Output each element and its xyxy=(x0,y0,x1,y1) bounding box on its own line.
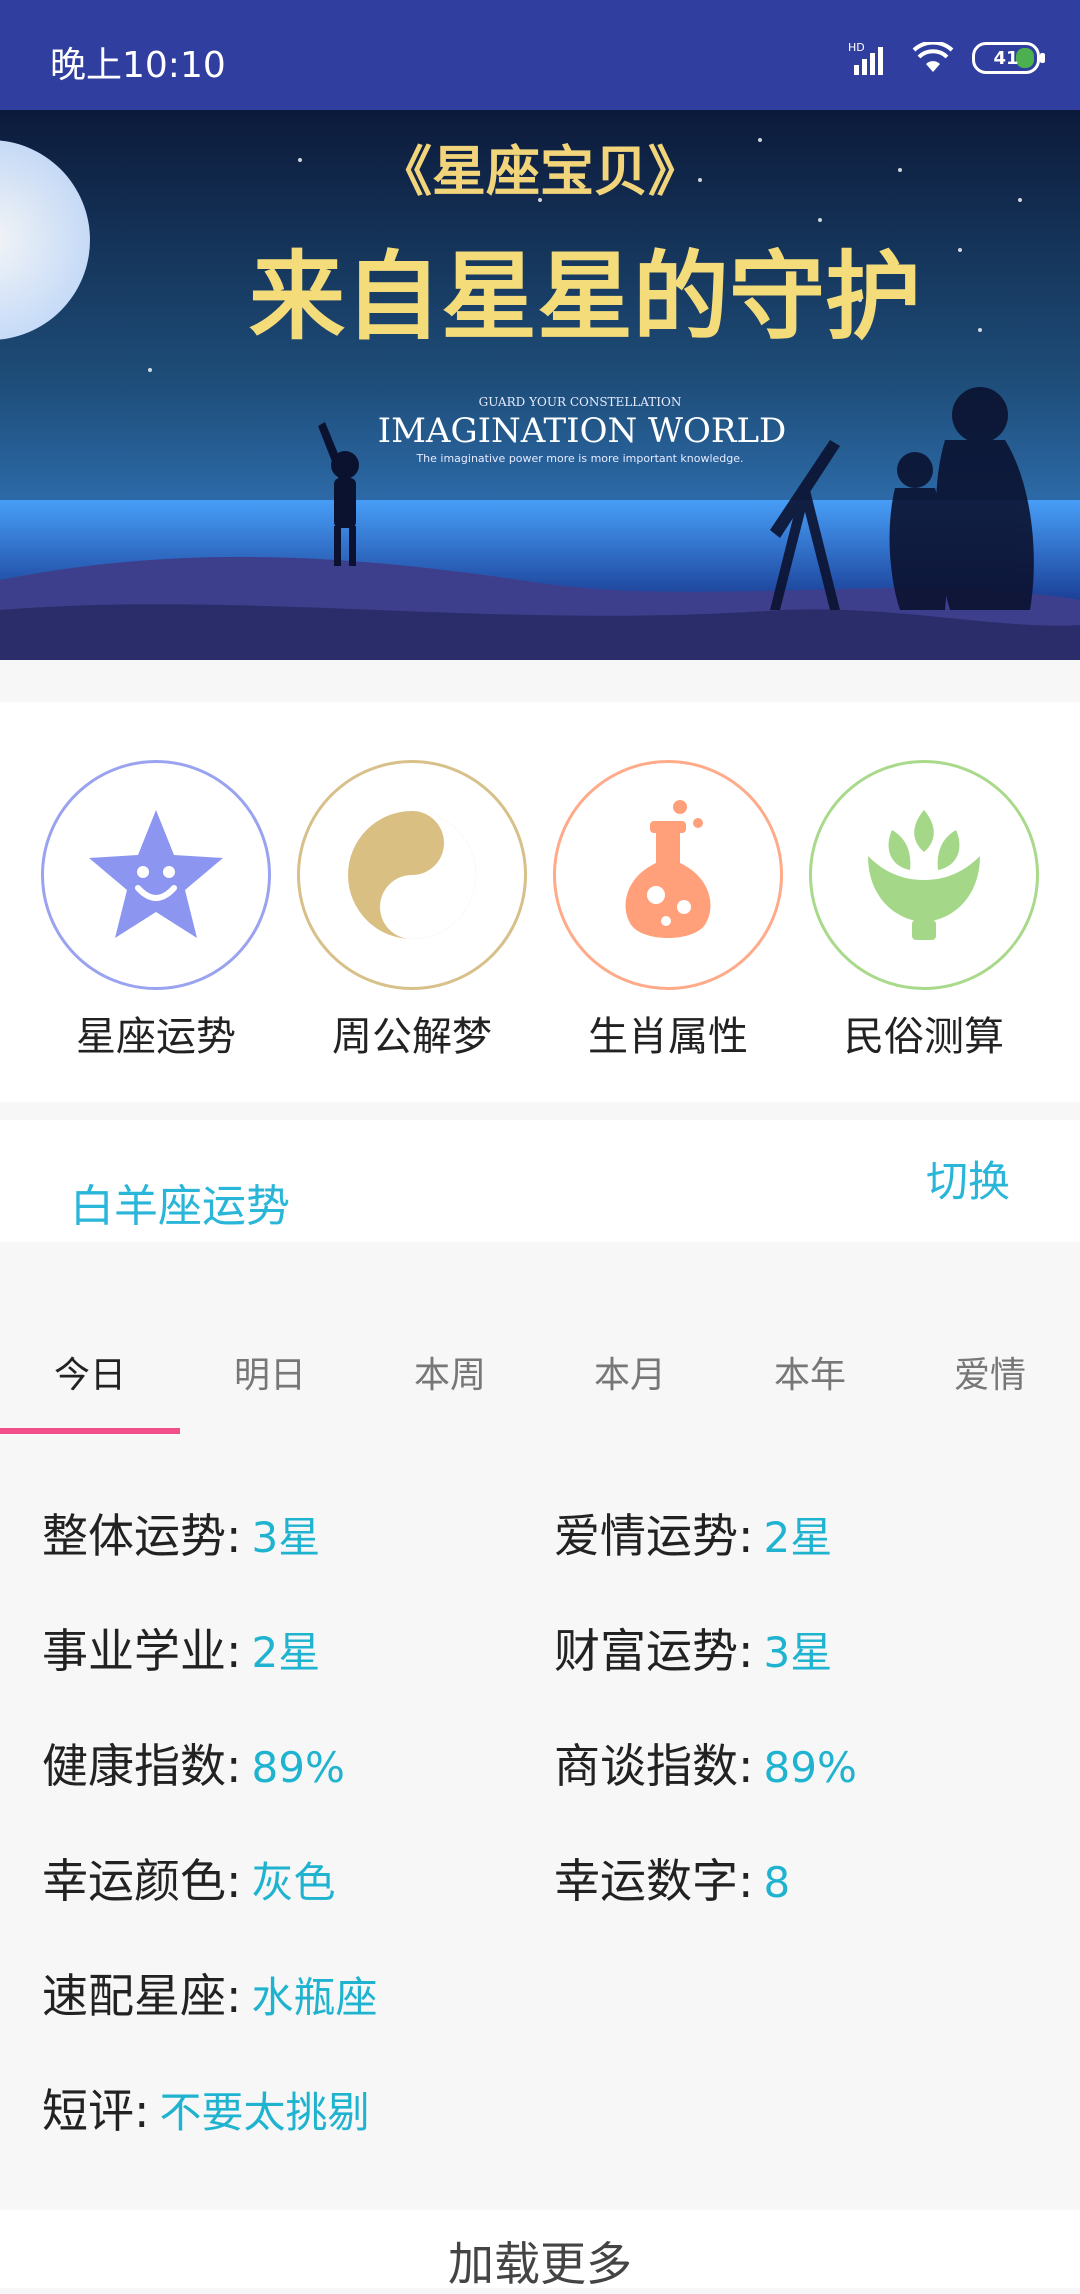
category-label: 周公解梦 xyxy=(332,1014,492,1060)
wealth-fortune: 财富运势: 3星 xyxy=(554,1615,832,1681)
info-label: 事业学业: xyxy=(42,1624,242,1678)
info-row: 整体运势: 3星 爱情运势: 2星 xyxy=(0,1500,1080,1580)
battery-level: 41 xyxy=(993,47,1019,69)
category-label: 星座运势 xyxy=(76,1014,236,1060)
info-label: 整体运势: xyxy=(42,1509,242,1563)
tab-week[interactable]: 本周 xyxy=(360,1346,540,1398)
horoscope-title: 白羊座运势 xyxy=(70,1181,290,1232)
category-ring xyxy=(809,760,1039,990)
info-row: 事业学业: 2星 财富运势: 3星 xyxy=(0,1615,1080,1695)
info-label: 幸运数字: xyxy=(554,1854,754,1908)
info-value: 89% xyxy=(251,1743,345,1792)
banner-image[interactable]: 《星座宝贝》 来自星星的守护 GUARD YOUR CONSTELLATION … xyxy=(0,110,1080,660)
info-label: 速配星座: xyxy=(42,1969,242,2023)
yin-yang-icon xyxy=(348,811,476,939)
category-ring xyxy=(41,760,271,990)
love-fortune: 爱情运势: 2星 xyxy=(554,1500,832,1566)
status-icons: HD 41 xyxy=(848,38,1045,78)
banner-en-sub: The imaginative power more is more impor… xyxy=(415,452,743,465)
category-label: 民俗测算 xyxy=(844,1014,1004,1060)
info-value: 不要太挑剔 xyxy=(159,2088,370,2137)
info-value: 2星 xyxy=(763,1513,833,1562)
lucky-color: 幸运颜色: 灰色 xyxy=(42,1845,336,1911)
tab-today[interactable]: 今日 xyxy=(0,1346,180,1398)
status-time: 晚上10:10 xyxy=(50,45,226,86)
tab-tomorrow[interactable]: 明日 xyxy=(180,1346,360,1398)
category-label: 生肖属性 xyxy=(588,1014,748,1060)
load-more-button[interactable]: 加载更多 xyxy=(0,2210,1080,2291)
artichoke-icon xyxy=(868,810,980,940)
period-tabs: 今日 明日 本周 本月 本年 爱情 xyxy=(0,1308,1080,1438)
tab-year[interactable]: 本年 xyxy=(720,1346,900,1398)
career-fortune: 事业学业: 2星 xyxy=(42,1615,320,1681)
info-label: 爱情运势: xyxy=(554,1509,754,1563)
star-smile-icon xyxy=(89,810,223,938)
tab-indicator xyxy=(0,1428,180,1434)
info-row: 速配星座: 水瓶座 xyxy=(0,1960,1080,2040)
info-row: 短评: 不要太挑剔 xyxy=(0,2075,1080,2155)
horoscope-header: 白羊座运势 切换 xyxy=(0,1120,1080,1242)
category-zodiac[interactable]: 生肖属性 xyxy=(552,760,784,1062)
info-value: 2星 xyxy=(251,1628,321,1677)
battery-icon: 41 xyxy=(972,42,1045,74)
category-dream[interactable]: 周公解梦 xyxy=(296,760,528,1062)
info-value: 灰色 xyxy=(251,1858,336,1907)
health-index: 健康指数: 89% xyxy=(42,1730,345,1796)
wifi-icon xyxy=(912,42,954,72)
banner-en-small: GUARD YOUR CONSTELLATION xyxy=(479,395,682,409)
tab-love[interactable]: 爱情 xyxy=(900,1346,1080,1398)
info-row: 健康指数: 89% 商谈指数: 89% xyxy=(0,1730,1080,1810)
info-value: 89% xyxy=(763,1743,857,1792)
info-value: 水瓶座 xyxy=(251,1973,378,2022)
match-sign: 速配星座: 水瓶座 xyxy=(42,1960,378,2026)
info-label: 财富运势: xyxy=(554,1624,754,1678)
info-value: 8 xyxy=(763,1858,791,1907)
category-grid: 星座运势 周公解梦 生肖属性 民俗测算 xyxy=(0,702,1080,1102)
overall-fortune: 整体运势: 3星 xyxy=(42,1500,320,1566)
tab-month[interactable]: 本月 xyxy=(540,1346,720,1398)
category-ring xyxy=(297,760,527,990)
banner-title-2: 来自星星的守护 xyxy=(249,240,921,353)
info-label: 短评: xyxy=(42,2084,150,2138)
lucky-number: 幸运数字: 8 xyxy=(554,1845,790,1911)
category-folk[interactable]: 民俗测算 xyxy=(808,760,1040,1062)
info-label: 幸运颜色: xyxy=(42,1854,242,1908)
signal-icon: HD xyxy=(848,41,883,75)
status-bar: 晚上10:10 HD 41 xyxy=(0,0,1080,110)
negotiation-index: 商谈指数: 89% xyxy=(554,1730,857,1796)
banner-en-title: IMAGINATION WORLD xyxy=(378,411,787,451)
category-ring xyxy=(553,760,783,990)
switch-button[interactable]: 切换 xyxy=(926,1148,1010,1209)
info-row: 幸运颜色: 灰色 幸运数字: 8 xyxy=(0,1845,1080,1925)
category-horoscope[interactable]: 星座运势 xyxy=(40,760,272,1062)
info-value: 3星 xyxy=(763,1628,833,1677)
info-value: 3星 xyxy=(251,1513,321,1562)
info-label: 商谈指数: xyxy=(554,1739,754,1793)
network-label: HD xyxy=(848,41,865,54)
banner-title-1: 《星座宝贝》 xyxy=(378,139,702,203)
short-comment: 短评: 不要太挑剔 xyxy=(42,2075,370,2141)
flask-icon xyxy=(625,800,711,938)
info-label: 健康指数: xyxy=(42,1739,242,1793)
